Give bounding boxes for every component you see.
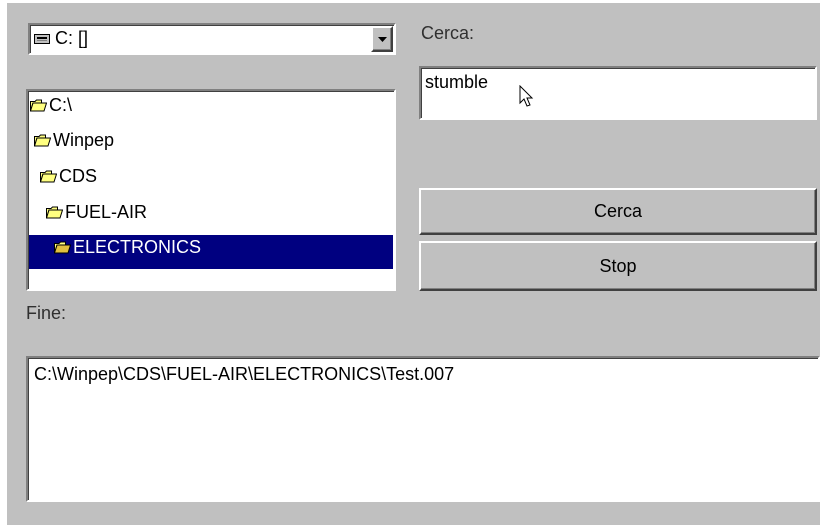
results-list[interactable]: C:\Winpep\CDS\FUEL-AIR\ELECTRONICS\Test.… (26, 356, 820, 502)
folder-list[interactable]: C:\ Winpep CDS FUEL-AIR ELECTRONICS (26, 89, 396, 291)
drive-icon (34, 33, 50, 44)
search-input[interactable]: stumble (419, 66, 817, 120)
folder-item-winpep[interactable]: Winpep (34, 124, 114, 156)
open-folder-icon (34, 134, 51, 146)
open-folder-icon (40, 170, 57, 182)
search-input-value: stumble (425, 72, 489, 92)
open-folder-icon (46, 206, 63, 218)
results-label: Fine: (26, 303, 67, 323)
folder-label: CDS (59, 165, 98, 186)
drive-dropdown-button[interactable] (371, 26, 393, 52)
open-folder-icon (54, 241, 71, 253)
search-button-label: Cerca (593, 201, 642, 221)
folder-item-cds[interactable]: CDS (40, 160, 97, 192)
search-button[interactable]: Cerca (419, 188, 817, 235)
open-folder-icon (30, 99, 47, 111)
folder-label: Winpep (53, 129, 115, 150)
chevron-down-icon (377, 36, 387, 42)
result-item[interactable]: C:\Winpep\CDS\FUEL-AIR\ELECTRONICS\Test.… (34, 364, 454, 385)
search-window: C: [] C:\ Winpep CDS FUEL-AIR ELECTRONIC… (7, 3, 820, 525)
drive-selected-value: C: [] (55, 28, 89, 48)
folder-item-electronics[interactable]: ELECTRONICS (54, 231, 201, 263)
folder-label: FUEL-AIR (65, 201, 148, 222)
folder-item-fuel-air[interactable]: FUEL-AIR (46, 196, 147, 228)
stop-button-label: Stop (599, 255, 637, 276)
search-label: Cerca: (421, 23, 475, 43)
folder-item-root[interactable]: C:\ (30, 89, 72, 121)
stop-button[interactable]: Stop (419, 241, 817, 291)
folder-label: C:\ (49, 94, 73, 115)
folder-label: ELECTRONICS (73, 236, 202, 257)
mouse-cursor-icon (519, 85, 534, 107)
drive-combobox[interactable]: C: [] (28, 23, 396, 55)
